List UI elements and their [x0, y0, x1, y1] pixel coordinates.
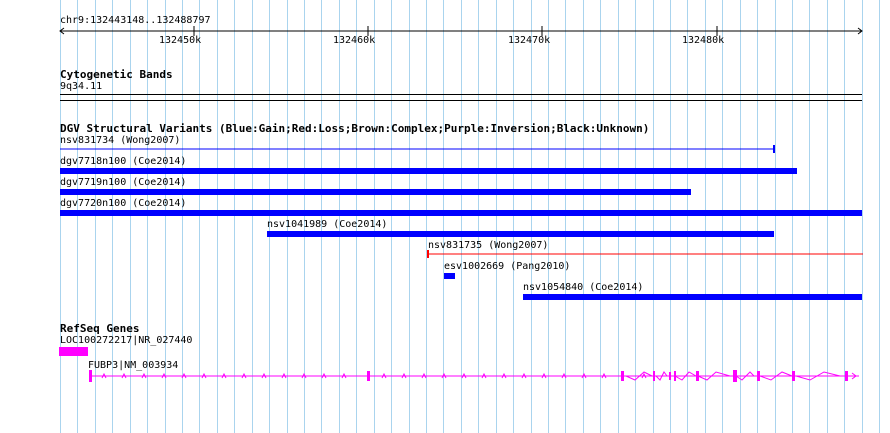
variant-feature[interactable]	[523, 294, 862, 300]
variant-label[interactable]: dgv7718n100 (Coe2014)	[60, 156, 186, 168]
variant-feature[interactable]	[60, 145, 780, 153]
cytoband-bar-bottom[interactable]	[60, 100, 862, 101]
dgv-track-title: DGV Structural Variants (Blue:Gain;Red:L…	[60, 122, 650, 135]
variant-feature[interactable]	[427, 250, 863, 258]
gene-feature[interactable]	[59, 347, 88, 356]
variant-label[interactable]: esv1002669 (Pang2010)	[444, 261, 570, 273]
variant-label[interactable]: dgv7719n100 (Coe2014)	[60, 177, 186, 189]
variant-label[interactable]: nsv1054840 (Coe2014)	[523, 282, 643, 294]
variant-feature[interactable]	[60, 168, 797, 174]
cytoband-bar-top[interactable]	[60, 94, 862, 95]
variant-label[interactable]: nsv1041989 (Coe2014)	[267, 219, 387, 231]
variant-feature[interactable]	[60, 189, 691, 195]
ruler-axis[interactable]	[0, 20, 890, 70]
variant-feature[interactable]	[60, 210, 862, 216]
variant-label[interactable]: dgv7720n100 (Coe2014)	[60, 198, 186, 210]
refseq-track-title: RefSeq Genes	[60, 322, 140, 335]
variant-feature[interactable]	[444, 273, 455, 279]
cytoband-label: 9q34.11	[60, 81, 103, 92]
cytoband-track-title: Cytogenetic Bands	[60, 68, 173, 81]
ruler-tick-label: 132480k	[682, 35, 725, 46]
variant-feature[interactable]	[267, 231, 774, 237]
ruler-tick-label: 132470k	[508, 35, 551, 46]
gene-feature[interactable]	[82, 369, 862, 383]
gene-label[interactable]: LOC100272217|NR_027440	[60, 335, 192, 347]
genome-browser-view[interactable]: chr9:132443148..132488797 132450k 132460…	[0, 0, 890, 433]
ruler-tick-label: 132460k	[333, 35, 376, 46]
ruler-tick-label: 132450k	[159, 35, 202, 46]
